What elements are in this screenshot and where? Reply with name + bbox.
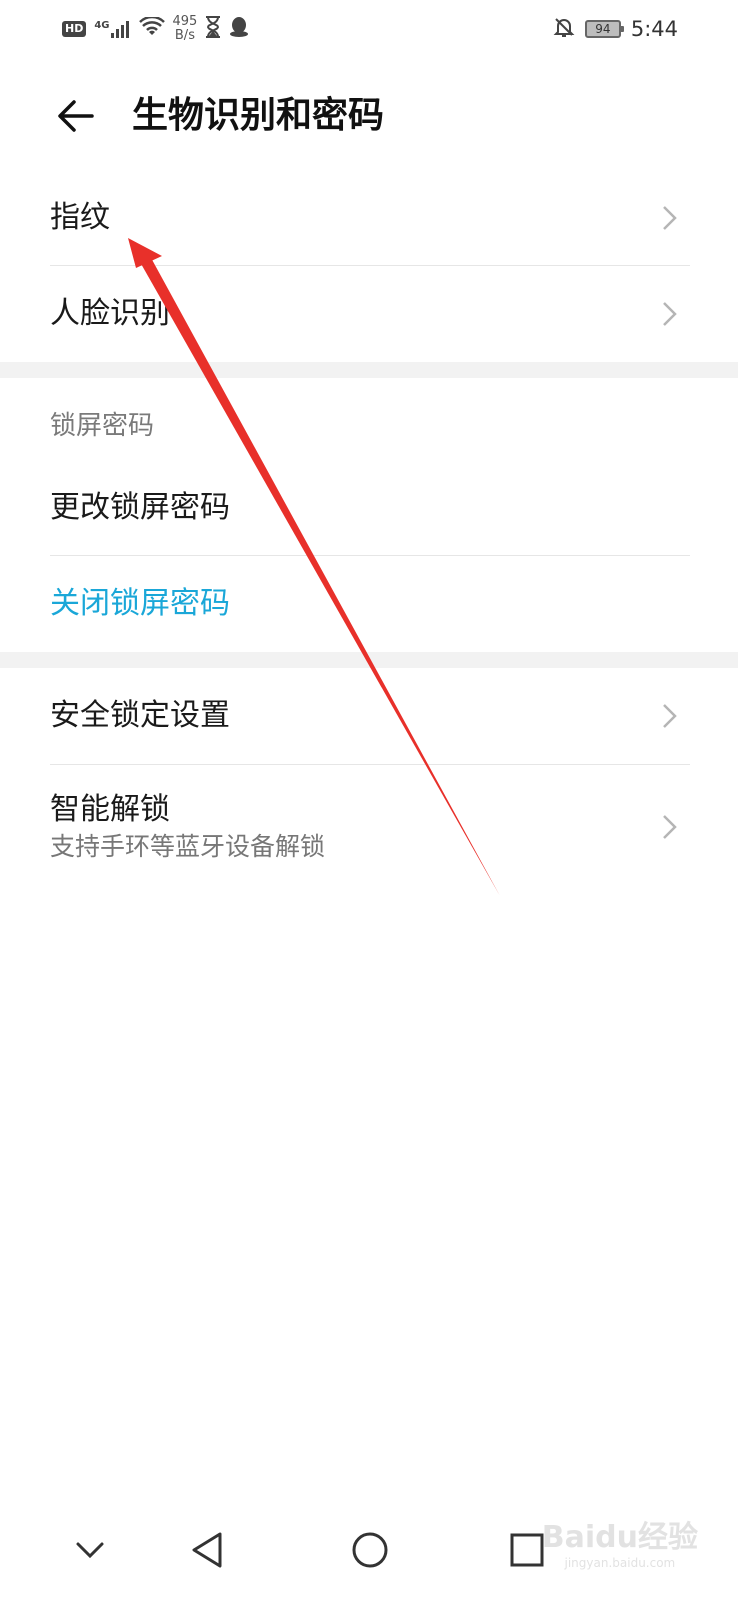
nav-home-button[interactable] <box>340 1520 400 1580</box>
fingerprint-label: 指纹 <box>50 200 110 235</box>
nav-hide-button[interactable] <box>60 1520 120 1580</box>
chevron-down-icon <box>76 1542 104 1559</box>
status-left: HD 4G 495 B/s <box>62 14 249 44</box>
triangle-back-icon <box>192 1532 222 1568</box>
battery-icon: 94 <box>584 20 624 38</box>
smart-unlock-label: 智能解锁 <box>50 792 170 827</box>
square-recents-icon <box>510 1533 544 1567</box>
signal-icon: 4G <box>94 20 130 38</box>
change-password-label: 更改锁屏密码 <box>50 490 230 525</box>
net-speed: 495 B/s <box>172 14 198 43</box>
back-button[interactable] <box>48 88 104 144</box>
divider <box>50 764 690 765</box>
face-recognition-label: 人脸识别 <box>50 296 170 331</box>
mute-bell-icon <box>553 16 575 42</box>
security-lock-label: 安全锁定设置 <box>50 698 230 733</box>
back-arrow-icon <box>58 100 94 132</box>
page-title: 生物识别和密码 <box>132 95 385 136</box>
circle-home-icon <box>352 1532 388 1568</box>
wifi-icon <box>138 15 165 41</box>
list-item-change-password[interactable]: 更改锁屏密码 <box>50 462 690 554</box>
app-bar: 生物识别和密码 <box>0 70 738 165</box>
list-item-close-password[interactable]: 关闭锁屏密码 <box>50 558 690 650</box>
chevron-right-icon <box>663 302 677 326</box>
section-gap <box>0 652 738 668</box>
chevron-right-icon <box>663 206 677 230</box>
section-header-lock-password: 锁屏密码 <box>50 411 155 441</box>
list-item-face-recognition[interactable]: 人脸识别 <box>50 268 690 360</box>
network-type: 4G <box>94 20 110 31</box>
list-item-security-lock[interactable]: 安全锁定设置 <box>50 670 690 762</box>
status-bar: HD 4G 495 B/s 94 5:44 <box>0 0 738 58</box>
divider <box>50 265 690 266</box>
clock: 5:44 <box>630 17 678 41</box>
watermark: Baidu经验 jingyan.baidu.com <box>542 1512 698 1570</box>
section-gap <box>0 362 738 378</box>
close-password-label: 关闭锁屏密码 <box>50 586 230 621</box>
nav-back-button[interactable] <box>178 1520 238 1580</box>
hd-icon: HD <box>62 21 87 37</box>
list-item-smart-unlock[interactable]: 智能解锁 支持手环等蓝牙设备解锁 <box>50 768 690 886</box>
smart-unlock-text: 智能解锁 支持手环等蓝牙设备解锁 <box>50 790 325 864</box>
watermark-main: Baidu经验 <box>541 1520 698 1555</box>
smart-unlock-subtitle: 支持手环等蓝牙设备解锁 <box>50 832 326 861</box>
watermark-sub: jingyan.baidu.com <box>564 1556 676 1570</box>
chevron-right-icon <box>663 815 677 839</box>
status-right: 94 5:44 <box>553 14 678 44</box>
hourglass-icon <box>205 16 221 42</box>
chevron-right-icon <box>663 704 677 728</box>
qq-icon <box>229 16 249 42</box>
list-item-fingerprint[interactable]: 指纹 <box>50 172 690 264</box>
divider <box>50 555 690 556</box>
